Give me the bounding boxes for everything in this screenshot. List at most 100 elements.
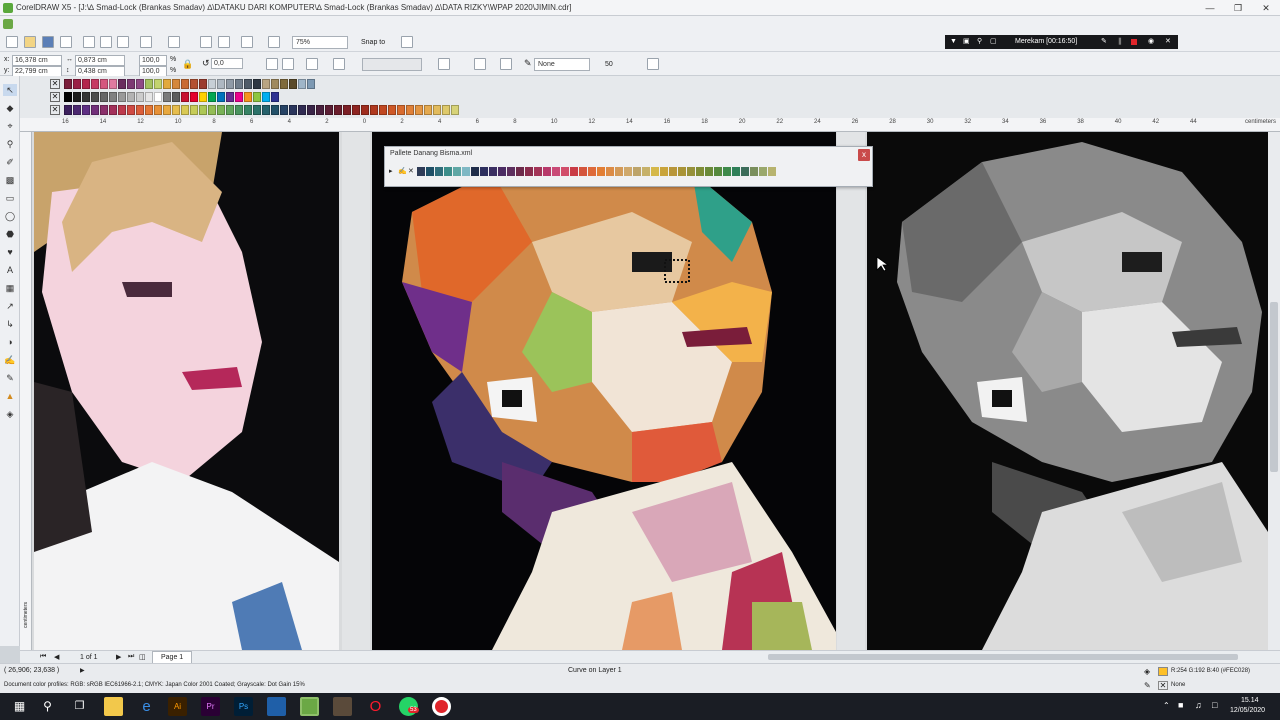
snap-to-label[interactable]: Snap to [361,39,385,46]
color-swatch[interactable] [316,105,324,115]
basic-shapes-tool-icon[interactable]: ♥ [3,246,17,258]
notifications-icon[interactable]: □ [1212,700,1217,710]
task-view-icon[interactable]: ❐ [70,697,89,716]
color-swatch[interactable] [253,79,261,89]
color-swatch[interactable] [100,92,108,102]
color-swatch[interactable] [64,105,72,115]
color-swatch[interactable] [208,105,216,115]
color-swatch[interactable] [289,105,297,115]
color-swatch[interactable] [163,92,171,102]
color-swatch[interactable] [442,105,450,115]
mirror-horizontal-icon[interactable] [266,58,278,70]
palette-no-color-icon[interactable]: ✕ [408,167,414,175]
illustrator-icon[interactable]: Ai [168,697,187,716]
color-swatch[interactable] [280,79,288,89]
freehand-tool-icon[interactable]: ✐ [3,156,17,168]
fill-color-swatch[interactable] [1158,667,1168,676]
polygon-tool-icon[interactable]: ⬣ [3,228,17,240]
import-icon[interactable] [200,36,212,48]
file-explorer-icon[interactable] [104,697,123,716]
outline-tool-icon[interactable]: ✎ [3,372,17,384]
color-swatch[interactable] [217,105,225,115]
close-button[interactable]: ✕ [1252,0,1280,16]
recorder-pen-icon[interactable]: ✎ [1101,35,1107,49]
cut-icon[interactable] [83,36,95,48]
color-swatch[interactable] [109,92,117,102]
color-swatch[interactable] [91,79,99,89]
add-page-icon[interactable]: ◫ [139,653,146,661]
color-swatch[interactable] [271,105,279,115]
color-swatch[interactable] [498,167,506,176]
edge-icon[interactable]: e [137,697,156,716]
outline-swatch-icon[interactable] [438,58,450,70]
ellipse-tool-icon[interactable]: ◯ [3,210,17,222]
redo-icon[interactable] [168,36,180,48]
no-color-swatch-1[interactable]: ✕ [50,79,60,89]
color-swatch[interactable] [181,92,189,102]
color-swatch[interactable] [199,79,207,89]
color-swatch[interactable] [244,79,252,89]
color-swatch[interactable] [759,167,767,176]
color-swatch[interactable] [606,167,614,176]
color-swatch[interactable] [190,105,198,115]
color-swatch[interactable] [208,79,216,89]
color-swatch[interactable] [471,167,479,176]
color-swatch[interactable] [118,105,126,115]
color-swatch[interactable] [298,79,306,89]
color-swatch[interactable] [253,105,261,115]
color-swatch[interactable] [714,167,722,176]
color-swatch[interactable] [669,167,677,176]
color-swatch[interactable] [127,92,135,102]
color-swatch[interactable] [453,167,461,176]
color-swatch[interactable] [723,167,731,176]
color-swatch[interactable] [154,92,162,102]
palette-row-2[interactable] [64,92,280,104]
color-swatch[interactable] [687,167,695,176]
maximize-button[interactable]: ❐ [1224,0,1252,16]
tray-up-icon[interactable]: ⌃ [1163,701,1170,710]
wrap-text-icon[interactable] [306,58,318,70]
color-swatch[interactable] [190,92,198,102]
lock-ratio-icon[interactable]: 🔒 [182,59,193,70]
palette-row-3[interactable] [64,105,460,117]
color-swatch[interactable] [426,167,434,176]
color-swatch[interactable] [525,167,533,176]
network-icon[interactable]: ■ [1178,700,1183,710]
color-swatch[interactable] [226,92,234,102]
color-swatch[interactable] [570,167,578,176]
color-swatch[interactable] [163,79,171,89]
color-swatch[interactable] [397,105,405,115]
color-swatch[interactable] [444,167,452,176]
recorder-app-icon[interactable] [432,697,451,716]
color-swatch[interactable] [217,92,225,102]
color-swatch[interactable] [145,92,153,102]
mirror-vertical-icon[interactable] [282,58,294,70]
corner-icon[interactable] [500,58,512,70]
color-swatch[interactable] [768,167,776,176]
premiere-icon[interactable]: Pr [201,697,220,716]
palette-scroll-icon[interactable]: ▸ [389,167,393,175]
zoom-level-select[interactable]: 75% [292,36,348,49]
save-icon[interactable] [42,36,54,48]
color-swatch[interactable] [334,105,342,115]
windows-start-icon[interactable]: ▦ [10,697,29,716]
fill-swatch-icon[interactable] [333,58,345,70]
recorder-fullscreen-icon[interactable]: ▢ [990,35,997,49]
blend-tool-icon[interactable]: ◑ [3,336,17,348]
color-swatch[interactable] [361,105,369,115]
color-swatch[interactable] [543,167,551,176]
color-swatch[interactable] [136,92,144,102]
color-swatch[interactable] [163,105,171,115]
recorder-close-icon[interactable]: ✕ [1165,35,1171,49]
color-swatch[interactable] [181,105,189,115]
color-swatch[interactable] [379,105,387,115]
color-swatch[interactable] [136,105,144,115]
color-swatch[interactable] [91,92,99,102]
recorder-stop-icon[interactable] [1131,39,1137,45]
color-swatch[interactable] [136,79,144,89]
next-page-icon[interactable]: ▶ [116,653,121,661]
color-swatch[interactable] [651,167,659,176]
color-swatch[interactable] [118,92,126,102]
color-swatch[interactable] [271,79,279,89]
color-swatch[interactable] [91,105,99,115]
